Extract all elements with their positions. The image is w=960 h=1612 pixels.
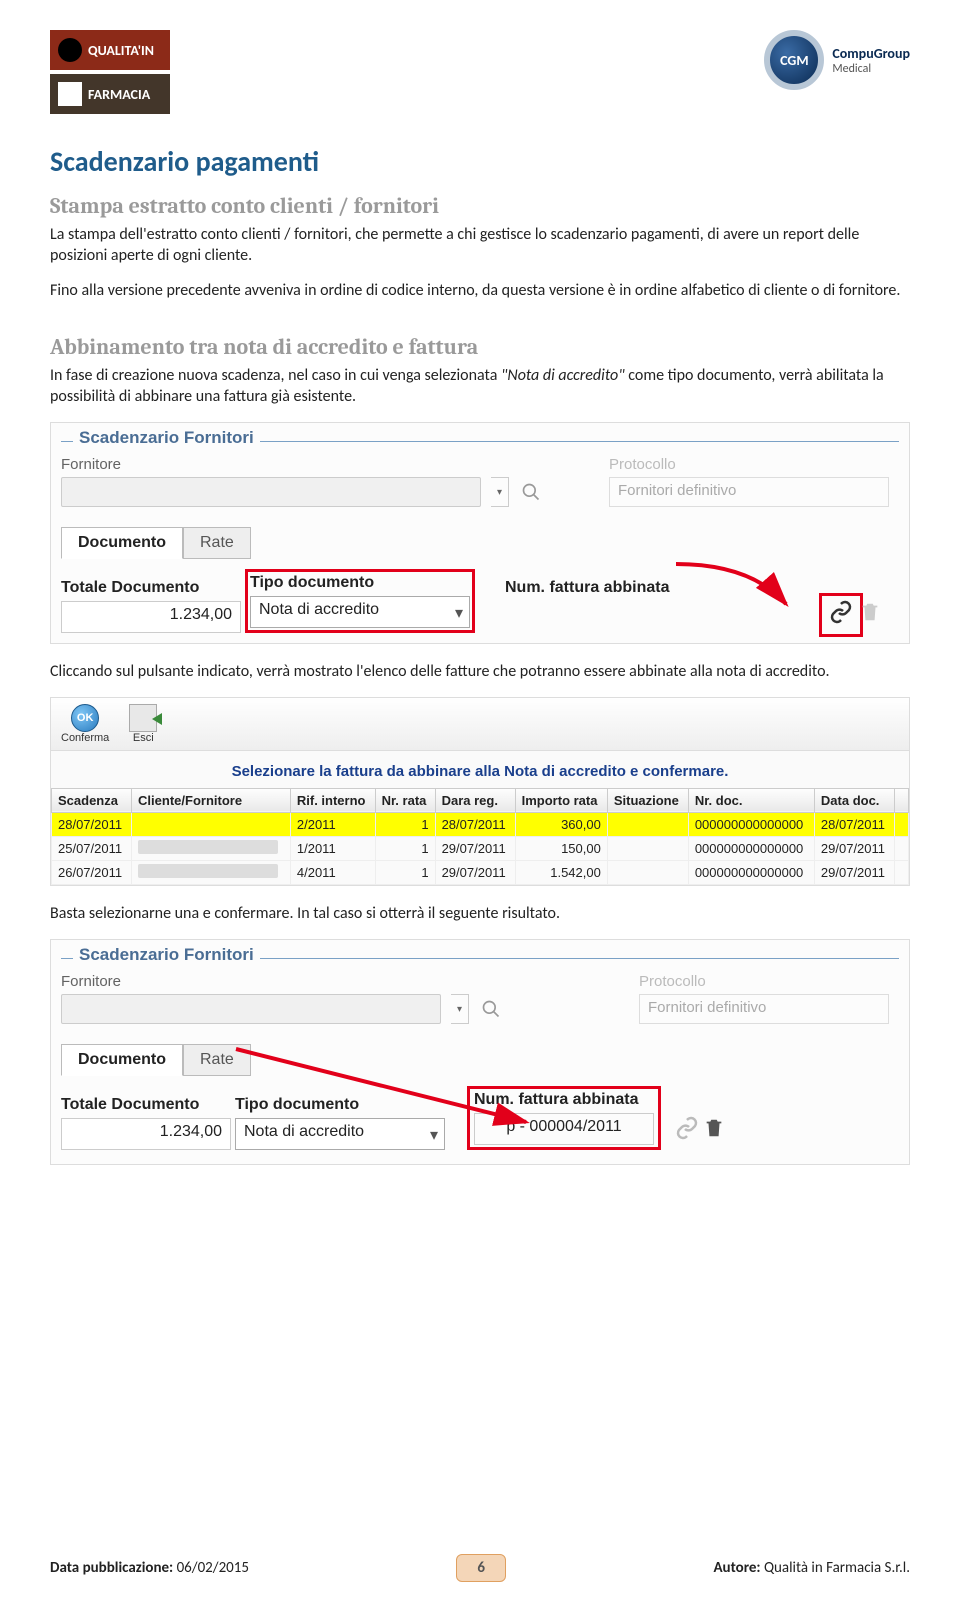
invoice-table: Scadenza Cliente/Fornitore Rif. interno … — [51, 788, 909, 885]
exit-icon — [129, 704, 157, 732]
label-tipodoc: Tipo documento — [250, 574, 470, 592]
table-row[interactable]: 28/07/20112/2011128/07/2011360,000000000… — [52, 812, 909, 836]
dropdown-icon[interactable]: ▾ — [451, 994, 469, 1024]
section2-p1: In fase di creazione nuova scadenza, nel… — [50, 366, 910, 408]
search-icon[interactable] — [519, 480, 543, 504]
fieldset-legend: Scadenzario Fornitori — [73, 428, 260, 448]
header-logos: QUALITA'IN FARMACIA CGM CompuGroup Medic… — [50, 30, 910, 114]
table-row[interactable]: 26/07/20114/2011129/07/20111.542,0000000… — [52, 860, 909, 884]
screenshot-2: OK Conferma Esci Selezionare la fattura … — [50, 697, 910, 886]
footer-author: Autore: Qualità in Farmacia S.r.l. — [713, 1559, 910, 1577]
totdoc-value: 1.234,00 — [61, 1118, 231, 1150]
label-protocollo: Protocollo — [609, 456, 676, 473]
col-sit[interactable]: Situazione — [607, 788, 688, 812]
para3: Cliccando sul pulsante indicato, verrà m… — [50, 662, 910, 683]
section2-heading: Abbinamento tra nota di accredito e fatt… — [50, 334, 910, 360]
logo-farmacia: FARMACIA — [50, 74, 170, 114]
conferma-button[interactable]: OK Conferma — [61, 704, 109, 744]
section1-heading: Stampa estratto conto clienti / fornitor… — [50, 193, 910, 219]
fieldset-legend: Scadenzario Fornitori — [73, 945, 260, 965]
toolbar: OK Conferma Esci — [51, 698, 909, 751]
tab-documento[interactable]: Documento — [61, 1044, 183, 1076]
page-title: Scadenzario pagamenti — [50, 144, 910, 179]
col-cliente[interactable]: Cliente/Fornitore — [132, 788, 291, 812]
col-dreg[interactable]: Dara reg. — [435, 788, 515, 812]
instruction-text: Selezionare la fattura da abbinare alla … — [51, 751, 909, 788]
protocollo-value: Fornitori definitivo — [639, 994, 889, 1024]
page-number: 6 — [456, 1554, 506, 1582]
page-footer: Data pubblicazione: 06/02/2015 6 Autore:… — [50, 1554, 910, 1582]
label-totdoc: Totale Documento — [61, 579, 241, 597]
red-arrow-icon — [231, 1044, 541, 1134]
totdoc-value: 1.234,00 — [61, 601, 241, 633]
tabs: Documento Rate — [61, 527, 899, 559]
fornitore-input[interactable] — [61, 994, 441, 1024]
table-row[interactable]: 25/07/20111/2011129/07/2011150,000000000… — [52, 836, 909, 860]
col-rif[interactable]: Rif. interno — [290, 788, 375, 812]
link-button-highlighted[interactable] — [819, 593, 863, 637]
cgm-text: CompuGroup Medical — [832, 45, 910, 76]
footer-date: Data pubblicazione: 06/02/2015 — [50, 1559, 249, 1577]
ok-icon: OK — [71, 704, 99, 732]
red-arrow-icon — [671, 559, 801, 629]
fieldset: Scadenzario Fornitori — [61, 958, 899, 959]
screenshot-1: Scadenzario Fornitori Fornitore ▾ Protoc… — [50, 422, 910, 644]
fieldset: Scadenzario Fornitori — [61, 441, 899, 442]
label-fornitore: Fornitore — [61, 456, 121, 473]
link-icon — [829, 600, 853, 630]
search-icon[interactable] — [479, 997, 503, 1021]
col-scadenza[interactable]: Scadenza — [52, 788, 132, 812]
col-ndoc[interactable]: Nr. doc. — [688, 788, 814, 812]
table-header-row: Scadenza Cliente/Fornitore Rif. interno … — [52, 788, 909, 812]
label-fornitore: Fornitore — [61, 973, 121, 990]
section1-p2: Fino alla versione precedente avveniva i… — [50, 281, 910, 302]
section1-p1: La stampa dell'estratto conto clienti / … — [50, 225, 910, 267]
label-totdoc: Totale Documento — [61, 1096, 231, 1114]
link-icon-disabled — [675, 1116, 699, 1146]
cgm-badge-icon: CGM — [764, 30, 824, 90]
logo-cgm: CGM CompuGroup Medical — [764, 30, 910, 90]
para4: Basta selezionarne una e confermare. In … — [50, 904, 910, 925]
fornitore-input[interactable] — [61, 477, 481, 507]
screenshot-3: Scadenzario Fornitori Fornitore ▾ Protoc… — [50, 939, 910, 1165]
logo-qualita: QUALITA'IN — [50, 30, 170, 70]
tipodoc-select[interactable]: Nota di accredito — [250, 596, 470, 628]
dropdown-icon[interactable]: ▾ — [491, 477, 509, 507]
trash-icon[interactable] — [859, 601, 881, 629]
label-numabb: Num. fattura abbinata — [505, 579, 669, 597]
col-ddoc[interactable]: Data doc. — [814, 788, 894, 812]
tab-rate[interactable]: Rate — [183, 527, 251, 559]
trash-icon[interactable] — [703, 1117, 725, 1145]
col-rata[interactable]: Nr. rata — [375, 788, 435, 812]
label-protocollo: Protocollo — [639, 973, 706, 990]
logo-qualita-farmacia: QUALITA'IN FARMACIA — [50, 30, 170, 114]
protocollo-value: Fornitori definitivo — [609, 477, 889, 507]
esci-button[interactable]: Esci — [129, 704, 157, 744]
tab-documento[interactable]: Documento — [61, 527, 183, 559]
col-imp[interactable]: Importo rata — [515, 788, 607, 812]
